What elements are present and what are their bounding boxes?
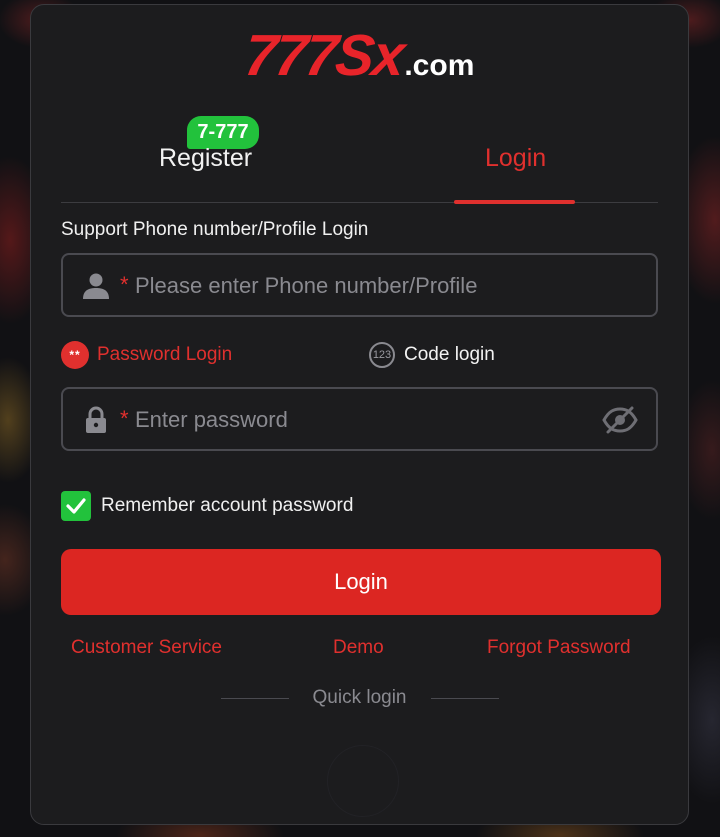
password-field[interactable]: * <box>61 387 658 451</box>
site-logo: 777Sx.com <box>31 23 688 88</box>
password-login-label: Password Login <box>97 344 233 365</box>
logo-suffix-text: .com <box>404 49 475 82</box>
logo-main-text: 777Sx <box>241 23 406 88</box>
password-mode-icon: ** <box>61 341 89 369</box>
customer-service-link[interactable]: Customer Service <box>71 637 222 659</box>
code-login-label: Code login <box>404 344 495 365</box>
auth-tabs: 7-777 Register Login <box>61 110 658 204</box>
demo-link[interactable]: Demo <box>333 637 384 659</box>
tab-register[interactable]: Register <box>159 144 252 173</box>
quick-login-placeholder <box>327 745 399 817</box>
tab-login[interactable]: Login <box>485 144 546 173</box>
phone-field[interactable]: * <box>61 253 658 317</box>
phone-input[interactable] <box>133 267 597 305</box>
quick-login-label: Quick login <box>312 687 407 708</box>
password-input[interactable] <box>133 401 597 439</box>
remember-label: Remember account password <box>101 495 354 516</box>
remember-password[interactable]: Remember account password <box>61 491 353 521</box>
section-label: Support Phone number/Profile Login <box>61 219 369 240</box>
required-mark: * <box>120 406 129 431</box>
active-tab-indicator <box>454 200 575 204</box>
divider-right <box>431 698 499 699</box>
login-panel: 777Sx.com 7-777 Register Login Support P… <box>30 4 689 825</box>
code-mode-icon: 123 <box>369 342 395 368</box>
lock-icon <box>86 406 106 433</box>
login-button[interactable]: Login <box>61 549 661 615</box>
password-login-option[interactable]: ** Password Login <box>61 339 232 371</box>
remember-checkbox[interactable] <box>61 491 91 521</box>
eye-off-icon[interactable] <box>602 405 638 435</box>
forgot-password-link[interactable]: Forgot Password <box>487 637 631 659</box>
user-icon <box>83 273 109 299</box>
check-icon <box>66 498 86 514</box>
code-login-option[interactable]: 123 Code login <box>369 339 495 371</box>
required-mark: * <box>120 272 129 297</box>
